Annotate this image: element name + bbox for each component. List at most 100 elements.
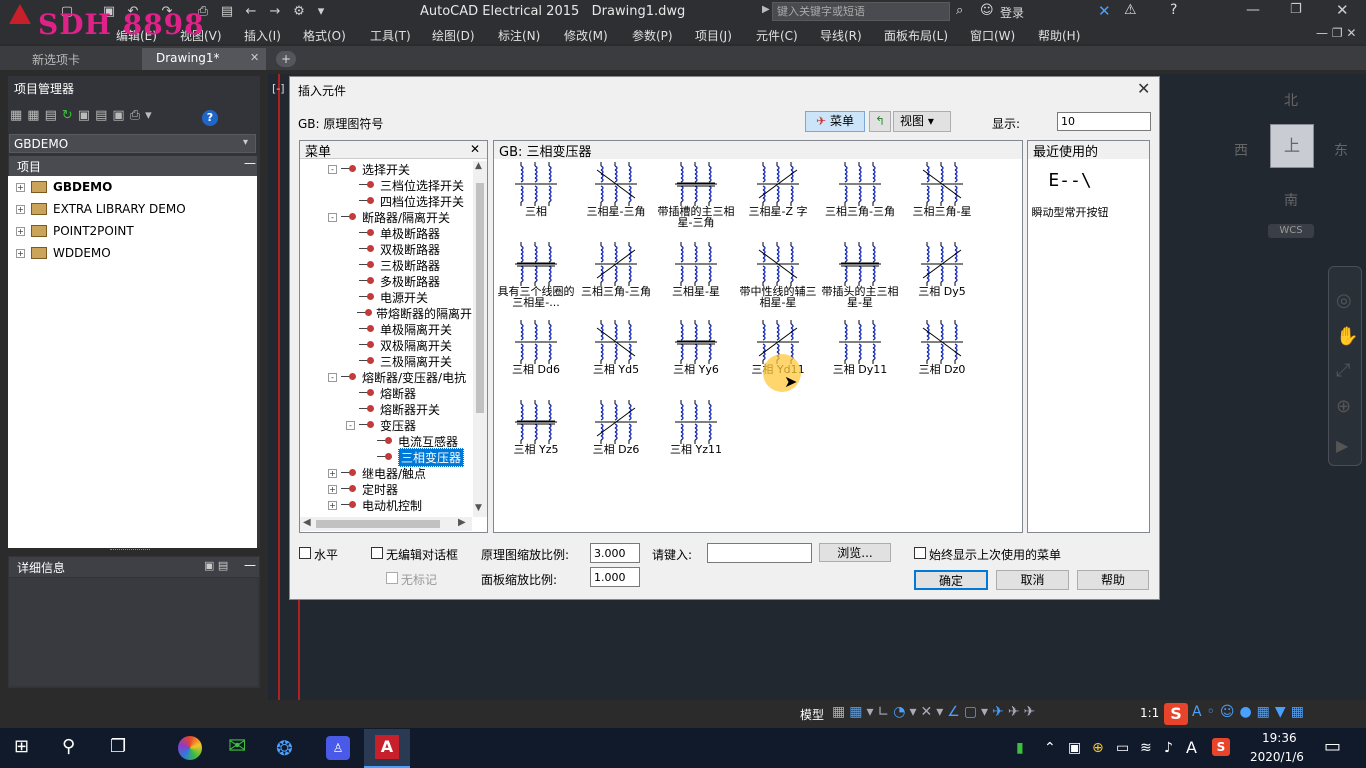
tree-item[interactable]: 单极隔离开关 — [302, 321, 472, 337]
tree-item[interactable]: - 变压器 — [302, 417, 472, 433]
help-icon[interactable]: ? — [1170, 2, 1177, 18]
tray-expand-icon[interactable]: ⌃ — [1044, 740, 1056, 756]
type-input[interactable] — [707, 543, 812, 563]
mic-icon[interactable]: ● — [1239, 704, 1256, 720]
details-view-icon[interactable]: ▣ ▤ — [204, 559, 228, 572]
search-expand-icon[interactable]: ▶ — [762, 4, 770, 15]
symbol-item[interactable]: 三相三角-三角 — [820, 162, 900, 217]
expand-icon[interactable]: + — [328, 484, 337, 494]
tree-item[interactable]: 熔断器开关 — [302, 401, 472, 417]
polar-icon[interactable]: ◔ — [893, 704, 909, 720]
steering-wheel-icon[interactable]: ◎ — [1336, 290, 1352, 311]
doc-window-controls[interactable]: — ❐ ✕ — [1316, 26, 1356, 40]
autoscale-icon[interactable]: ✈ — [1024, 704, 1040, 720]
windows-start-icon[interactable]: ⊞ — [14, 736, 29, 757]
symbol-item[interactable]: 三相 Dy11 — [820, 320, 900, 375]
notification-icon[interactable]: ▭ — [1324, 736, 1341, 757]
menu-button[interactable]: ✈ 菜单 — [805, 111, 865, 132]
tree-item[interactable]: 带熔断器的隔离开 — [302, 305, 472, 321]
tree-item[interactable]: 多极断路器 — [302, 273, 472, 289]
menu-parametric[interactable]: 参数(P) — [632, 27, 673, 44]
ok-button[interactable]: 确定 — [914, 570, 988, 590]
cancel-button[interactable]: 取消 — [996, 570, 1069, 590]
symbol-item[interactable]: 三相 Yz11 — [656, 400, 736, 455]
symbol-item[interactable]: 三相星-Z 字 — [738, 162, 818, 217]
clock-time[interactable]: 19:36 — [1262, 731, 1297, 745]
menu-modify[interactable]: 修改(M) — [564, 27, 608, 44]
model-tab[interactable]: 模型 — [800, 706, 824, 723]
symbol-item[interactable]: 三相三角-三角 — [576, 242, 656, 297]
menu-insert[interactable]: 插入(I) — [244, 27, 281, 44]
showmotion-icon[interactable]: ▶ — [1336, 436, 1348, 455]
task-view-icon[interactable]: ❐ — [110, 736, 126, 757]
tab-new[interactable]: 新选项卡 — [18, 48, 95, 70]
symbol-item[interactable]: 三相 Dz6 — [576, 400, 656, 455]
osnap-icon[interactable]: ✕ — [920, 704, 936, 720]
report-icon[interactable]: ▣ — [112, 108, 129, 123]
tab-close-icon[interactable]: ✕ — [250, 51, 259, 64]
menu-wires[interactable]: 导线(R) — [820, 27, 862, 44]
help-button[interactable]: 帮助 — [1077, 570, 1149, 590]
toolbox-icon[interactable]: ▦ — [1291, 704, 1309, 720]
menu-format[interactable]: 格式(O) — [303, 27, 346, 44]
snap-icon[interactable]: ▦ — [849, 704, 866, 720]
tree-item[interactable]: 四档位选择开关 — [302, 193, 472, 209]
no-tag-checkbox[interactable] — [386, 572, 398, 584]
lineweight-icon[interactable]: ∠ — [947, 704, 964, 720]
task-list-icon[interactable]: ▣ — [78, 108, 95, 123]
annotation-visibility-icon[interactable]: ✈ — [1008, 704, 1024, 720]
tree-item[interactable]: 三极隔离开关 — [302, 353, 472, 369]
menu-tools[interactable]: 工具(T) — [370, 27, 411, 44]
menu-dimension[interactable]: 标注(N) — [498, 27, 540, 44]
new-project-icon[interactable]: ▦ — [27, 108, 44, 123]
exchange-icon[interactable]: ✕ — [1098, 2, 1111, 20]
menu-project[interactable]: 项目(J) — [695, 27, 732, 44]
expand-icon[interactable]: + — [16, 226, 25, 236]
settings-icon[interactable]: ▤ — [45, 108, 62, 123]
tree-item[interactable]: 三相变压器 — [302, 447, 472, 467]
tree-item-project[interactable]: + WDDEMO — [8, 242, 257, 264]
back-icon[interactable]: ← — [242, 3, 260, 21]
forward-icon[interactable]: → — [266, 3, 284, 21]
annotation-scale[interactable]: 1:1 — [1140, 706, 1159, 720]
ortho-icon[interactable]: ∟ — [878, 704, 894, 720]
ime-toolbar[interactable]: A◦☺●▦▼▦ — [1192, 704, 1309, 720]
viewcube-east[interactable]: 东 — [1334, 140, 1348, 160]
symbol-item[interactable]: 三相 Dz0 — [902, 320, 982, 375]
symbol-item[interactable]: 三相 — [496, 162, 576, 217]
tree-hscrollbar[interactable]: ◀ ▶ — [300, 517, 472, 531]
annotation-icon[interactable]: ✈ — [992, 704, 1008, 720]
tree-item[interactable]: 双极断路器 — [302, 241, 472, 257]
autocad-taskbar-button[interactable]: A — [364, 729, 410, 768]
ime-indicator[interactable]: A — [1186, 738, 1197, 757]
app-icon[interactable]: ♙ — [326, 736, 350, 760]
horizontal-checkbox[interactable] — [299, 547, 311, 559]
symbol-item[interactable]: 三相 Yd5 — [576, 320, 656, 375]
app-icon[interactable]: ❂ — [276, 736, 293, 760]
tree-vscrollbar[interactable]: ▲ ▼ — [473, 161, 487, 517]
sogou-tray-icon[interactable]: S — [1212, 738, 1230, 756]
folder-icon[interactable]: ▤ — [218, 3, 236, 21]
login-link[interactable]: 登录 — [1000, 4, 1024, 21]
tray-app-icon[interactable]: ▣ — [1068, 740, 1081, 756]
browse-button[interactable]: 浏览... — [819, 543, 891, 562]
collapse-icon[interactable]: — — [244, 156, 256, 170]
tree-item-project[interactable]: + GBDEMO — [8, 176, 257, 198]
project-select[interactable]: GBDEMO — [9, 134, 256, 153]
symbol-item[interactable]: 三相星-三角 — [576, 162, 656, 217]
collapse-icon[interactable]: - — [328, 212, 337, 222]
tree-item[interactable]: 熔断器 — [302, 385, 472, 401]
volume-icon[interactable]: ♪ — [1164, 740, 1173, 756]
minimize-icon[interactable]: — — [1246, 2, 1260, 18]
menu-window[interactable]: 窗口(W) — [970, 27, 1015, 44]
zoom-icon[interactable]: ⤢ — [1336, 360, 1350, 381]
chevron-down-icon[interactable]: ▾ — [312, 3, 330, 21]
collapse-icon[interactable]: - — [346, 420, 355, 430]
tree-item[interactable]: - 熔断器/变压器/电抗 — [302, 369, 472, 385]
collapse-icon[interactable]: - — [328, 164, 337, 174]
orbit-icon[interactable]: ⊕ — [1336, 396, 1351, 417]
clock-date[interactable]: 2020/1/6 — [1250, 750, 1304, 764]
tree-item[interactable]: 三极断路器 — [302, 257, 472, 273]
chevron-down-icon[interactable]: ▾ — [243, 137, 248, 148]
user-icon[interactable]: ☺ — [980, 3, 994, 18]
